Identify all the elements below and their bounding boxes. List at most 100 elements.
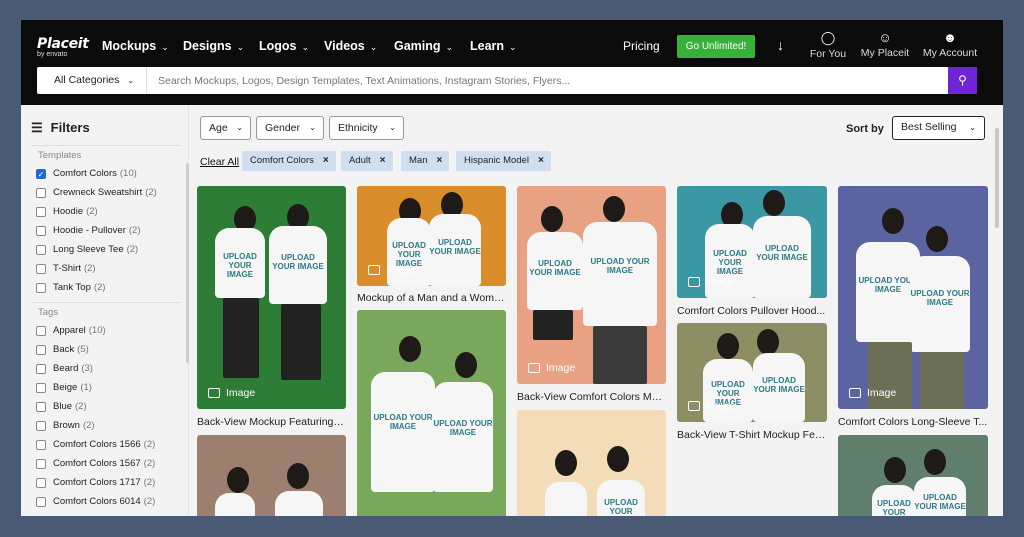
nav-designs[interactable]: Designs ⌄ [183,39,244,53]
my-placeit-button[interactable]: ☺ My Placeit [855,30,915,59]
checkbox[interactable] [36,225,46,236]
main-scrollbar[interactable] [995,128,999,228]
go-unlimited-button[interactable]: Go Unlimited! [677,35,755,58]
mockup-card-6[interactable]: UPLOAD YOUR IMAGE UPLOAD YOUR IMAGE Imag… [677,323,827,422]
filter-chip-man[interactable]: Man × [401,151,450,171]
for-you-button[interactable]: ◯ For You [798,30,858,60]
category-select[interactable]: All Categories ⌄ [37,67,147,94]
templates-group-label: Templates [38,150,82,161]
sort-select[interactable]: Best Selling ⌄ [892,116,985,140]
tag-apparel[interactable]: Apparel (10) [36,325,106,336]
card-title[interactable]: Back-View Comfort Colors Mo... [517,391,666,403]
card-title[interactable]: Comfort Colors Pullover Hood... [677,305,827,317]
checkbox[interactable] [36,344,46,355]
search-button[interactable]: ⚲ [948,67,977,94]
card-title[interactable]: Mockup of a Man and a Woma... [357,292,506,304]
filter-label: Comfort Colors 1567 [53,458,141,469]
search-input[interactable] [148,67,948,94]
image-icon [688,277,700,287]
mockup-card-4[interactable]: UPLOAD YOUR IMAGE UPLOAD YOUR IMAGE Imag… [677,186,827,298]
checkbox[interactable] [36,187,46,198]
checkbox[interactable] [36,325,46,336]
chevron-down-icon: ⌄ [309,123,316,132]
checkbox[interactable] [36,439,46,450]
tag-blue[interactable]: Blue (2) [36,401,87,412]
filter-hoodie[interactable]: Hoodie (2) [36,206,98,217]
mockup-card-1[interactable]: UPLOAD YOUR IMAGE UPLOAD YOUR IMAGE Imag… [197,186,346,409]
checkbox[interactable] [36,282,46,293]
checkbox[interactable] [36,244,46,255]
filter-chip-hispanic-model[interactable]: Hispanic Model × [456,151,551,171]
sort-by-label: Sort by [846,123,884,135]
filter-count: (2) [75,401,87,412]
mockup-card-partial[interactable]: UPLOAD YOUR IMAGE [517,410,666,516]
model-head [287,463,309,489]
mockup-card-partial[interactable] [197,435,346,516]
filter-comfort-colors[interactable]: ✓ Comfort Colors (10) [36,168,137,179]
mockup-card-partial[interactable]: UPLOAD YOUR IMAGE UPLOAD YOUR IMAGE [357,310,506,516]
filter-label: Comfort Colors 6014 [53,496,141,507]
badge-label: Image [386,264,416,276]
tag-back[interactable]: Back (5) [36,344,89,355]
filter-t-shirt[interactable]: T-Shirt (2) [36,263,96,274]
shirt: UPLOAD YOUR IMAGE [872,485,916,516]
pricing-link[interactable]: Pricing [623,39,660,53]
download-icon[interactable]: ↓ [777,37,784,53]
filter-crewneck-sweatshirt[interactable]: Crewneck Sweatshirt (2) [36,187,157,198]
sliders-icon: ☰ [31,120,43,135]
checkbox[interactable] [36,420,46,431]
gender-label: Gender [265,122,301,134]
filter-tank-top[interactable]: Tank Top (2) [36,282,105,293]
my-account-button[interactable]: ☻ My Account [920,30,980,59]
checkbox[interactable] [36,382,46,393]
tag-comfort-colors-1567[interactable]: Comfort Colors 1567 (2) [36,458,155,469]
close-icon[interactable]: × [323,155,329,166]
sidebar-scrollbar[interactable] [186,163,189,363]
filter-hoodie-pullover[interactable]: Hoodie - Pullover (2) [36,225,141,236]
tag-beard[interactable]: Beard (3) [36,363,93,374]
placeit-logo[interactable]: Placeit by envato [37,36,89,58]
checkbox[interactable] [36,496,46,507]
mockup-card-partial[interactable]: UPLOAD YOUR IMAGE UPLOAD YOUR IMAGE [838,435,988,516]
age-dropdown[interactable]: Age ⌄ [200,116,251,140]
mockup-card-2[interactable]: UPLOAD YOUR IMAGE UPLOAD YOUR IMAGE Imag… [357,186,506,286]
tag-comfort-colors-1566[interactable]: Comfort Colors 1566 (2) [36,439,155,450]
filter-long-sleeve-tee[interactable]: Long Sleeve Tee (2) [36,244,138,255]
mockup-card-3[interactable]: UPLOAD YOUR IMAGE UPLOAD YOUR IMAGE Imag… [517,186,666,384]
nav-learn[interactable]: Learn ⌄ [470,39,517,53]
nav-mockups[interactable]: Mockups ⌄ [102,39,169,53]
filter-label: Comfort Colors 1566 [53,439,141,450]
checkbox[interactable] [36,477,46,488]
gender-dropdown[interactable]: Gender ⌄ [256,116,324,140]
card-title[interactable]: Back-View T-Shirt Mockup Fea... [677,429,827,441]
nav-videos[interactable]: Videos ⌄ [324,39,377,53]
mockup-card-5[interactable]: UPLOAD YOUR IMAGE UPLOAD YOUR IMAGE Imag… [838,186,988,409]
checkbox[interactable] [36,206,46,217]
ethnicity-dropdown[interactable]: Ethnicity ⌄ [329,116,404,140]
badge-label: Image [706,276,736,288]
shirt [275,491,323,516]
tag-comfort-colors-1717[interactable]: Comfort Colors 1717 (2) [36,477,155,488]
filter-label: Tank Top [53,282,91,293]
tag-brown[interactable]: Brown (2) [36,420,95,431]
nav-gaming[interactable]: Gaming ⌄ [394,39,453,53]
checkbox-checked[interactable]: ✓ [36,168,46,179]
close-icon[interactable]: × [380,155,386,166]
card-title[interactable]: Back-View Mockup Featuring a... [197,416,346,428]
checkbox[interactable] [36,363,46,374]
filter-count: (2) [143,458,156,469]
chevron-down-icon: ⌄ [369,42,378,52]
card-title[interactable]: Comfort Colors Long-Sleeve T... [838,416,988,428]
image-icon [688,401,700,411]
checkbox[interactable] [36,458,46,469]
filter-chip-adult[interactable]: Adult × [341,151,393,171]
checkbox[interactable] [36,401,46,412]
nav-logos[interactable]: Logos ⌄ [259,39,309,53]
close-icon[interactable]: × [538,155,544,166]
tag-beige[interactable]: Beige (1) [36,382,92,393]
checkbox[interactable] [36,263,46,274]
filter-chip-comfort-colors[interactable]: Comfort Colors × [242,151,336,171]
clear-all-link[interactable]: Clear All [200,156,239,168]
close-icon[interactable]: × [436,155,442,166]
tag-comfort-colors-6014[interactable]: Comfort Colors 6014 (2) [36,496,155,507]
